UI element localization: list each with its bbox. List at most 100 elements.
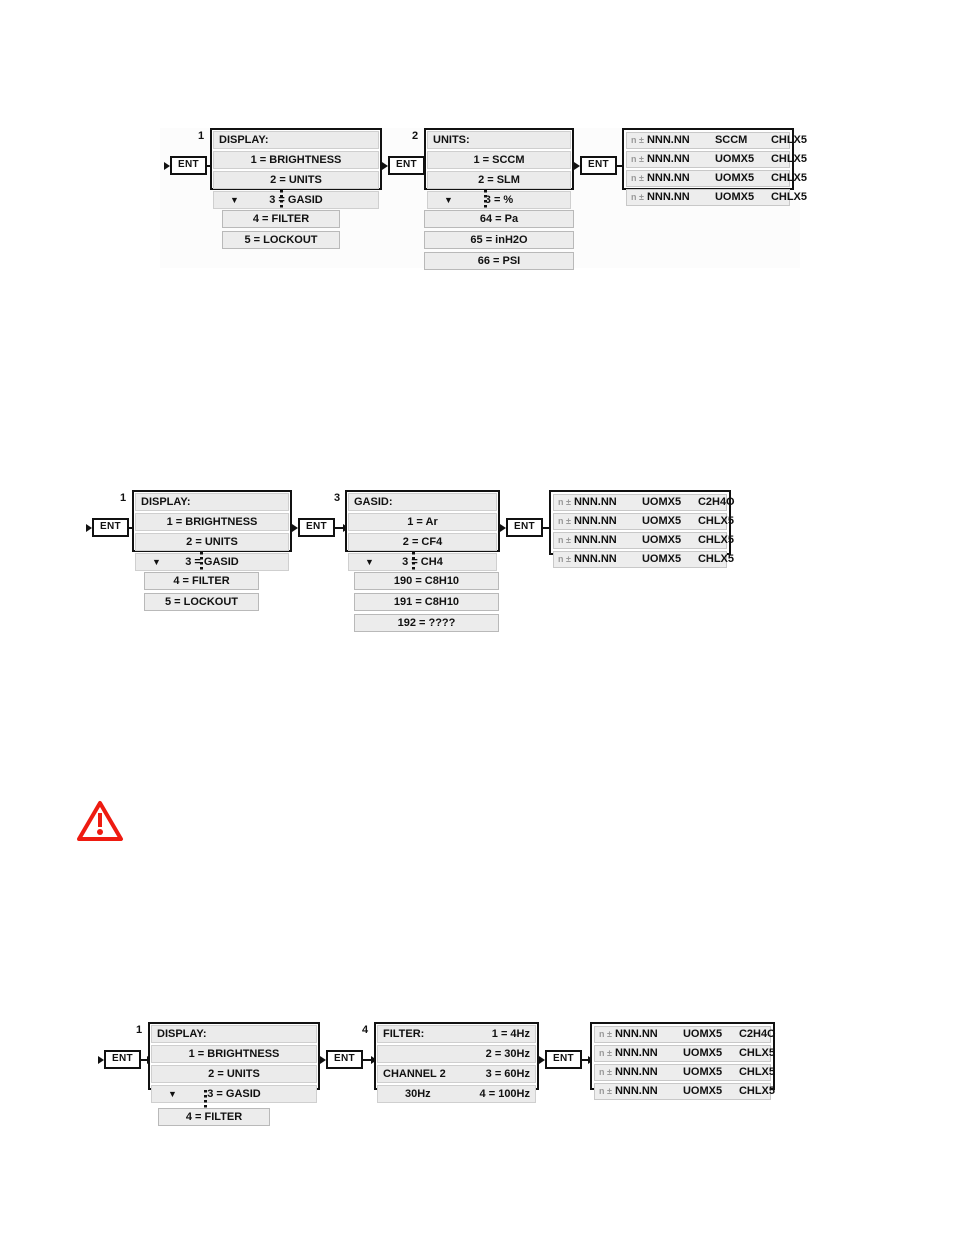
lcd-screen-units[interactable]: UNITS: 1 = SCCM 2 = SLM ▼ 3 = % xyxy=(424,128,574,209)
unit-option-65[interactable]: 65 = inH2O xyxy=(424,231,574,249)
menu-item-1[interactable]: 1 = BRIGHTNESS xyxy=(135,513,289,531)
menu-item-4[interactable]: 4 = FILTER xyxy=(144,572,259,590)
filter-row-4[interactable]: 30Hz 4 = 100Hz xyxy=(377,1085,536,1103)
gas-option-3-selected[interactable]: ▼ 3 = CH4 xyxy=(348,553,497,571)
screen-title: DISPLAY: xyxy=(213,131,379,149)
screen-title: GASID: xyxy=(348,493,497,511)
readout-value: NNN.NN xyxy=(646,191,690,203)
menu-item-4[interactable]: 4 = FILTER xyxy=(158,1108,270,1126)
gas-option-191[interactable]: 191 = C8H10 xyxy=(354,593,499,611)
menu-continuation-list-2: 190 = C8H10 191 = C8H10 192 = ???? xyxy=(354,572,499,632)
readout-row: n ± NNN.NN UOMX5 CHLX5 xyxy=(626,151,807,168)
caret-down-icon: ▼ xyxy=(444,195,453,205)
readout-channel: CHLX5 xyxy=(697,534,734,546)
gas-option-2[interactable]: 2 = CF4 xyxy=(348,533,497,551)
filter-row-1[interactable]: FILTER: 1 = 4Hz xyxy=(377,1025,536,1043)
dotted-connector xyxy=(484,190,487,210)
readout-row: n ± NNN.NN UOMX5 C2H4O xyxy=(594,1026,776,1043)
readout-row: n ± NNN.NN UOMX5 C2H4O xyxy=(553,494,735,511)
filter-right-1: 1 = 4Hz xyxy=(491,1028,530,1040)
ent-button[interactable]: ENT xyxy=(580,156,617,175)
readout-prefix: n ± xyxy=(599,1029,612,1039)
readout-prefix: n ± xyxy=(631,154,644,164)
readout-row: n ± NNN.NN UOMX5 CHLX5 xyxy=(553,532,734,549)
filter-row-2[interactable]: 2 = 30Hz xyxy=(377,1045,536,1063)
readout-channel: CHLX5 xyxy=(697,553,734,565)
menu-item-3-selected[interactable]: ▼ 3 = GASID xyxy=(213,191,379,209)
screen-index-label: 1 xyxy=(136,1024,143,1036)
lcd-screen-gasid[interactable]: GASID: 1 = Ar 2 = CF4 ▼ 3 = CH4 xyxy=(345,490,500,571)
unit-option-66[interactable]: 66 = PSI xyxy=(424,252,574,270)
lcd-readout-panel-1: n ± NNN.NN SCCM CHLX5 n ± NNN.NN UOMX5 C… xyxy=(622,128,807,206)
menu-item-2[interactable]: 2 = SLM xyxy=(427,171,571,189)
filter-right-2: 2 = 30Hz xyxy=(485,1048,530,1060)
menu-item-2[interactable]: 2 = UNITS xyxy=(213,171,379,189)
dotted-connector xyxy=(412,552,415,572)
ent-button[interactable]: ENT xyxy=(92,518,129,537)
ent-key-group-2: ENT xyxy=(292,518,349,537)
connector-line xyxy=(362,1058,371,1061)
readout-uom: UOMX5 xyxy=(714,153,755,165)
readout-prefix: n ± xyxy=(599,1048,612,1058)
readout-prefix: n ± xyxy=(558,554,571,564)
readout-value: NNN.NN xyxy=(573,553,617,565)
lcd-screen-filter[interactable]: FILTER: 1 = 4Hz 2 = 30Hz CHANNEL 2 3 = 6… xyxy=(374,1022,539,1103)
readout-value: NNN.NN xyxy=(646,172,690,184)
readout-channel: CHLX5 xyxy=(697,515,734,527)
menu-item-3-selected[interactable]: ▼ 3 = GASID xyxy=(135,553,289,571)
gas-option-1[interactable]: 1 = Ar xyxy=(348,513,497,531)
readout-row: n ± NNN.NN UOMX5 CHLX5 xyxy=(553,513,734,530)
lcd-screen-display[interactable]: DISPLAY: 1 = BRIGHTNESS 2 = UNITS ▼ 3 = … xyxy=(148,1022,320,1103)
menu-item-5[interactable]: 5 = LOCKOUT xyxy=(222,231,340,249)
readout-prefix: n ± xyxy=(558,516,571,526)
ent-button[interactable]: ENT xyxy=(388,156,425,175)
lcd-screen-display[interactable]: DISPLAY: 1 = BRIGHTNESS 2 = UNITS ▼ 3 = … xyxy=(210,128,382,209)
readout-uom: UOMX5 xyxy=(682,1028,723,1040)
ent-button[interactable]: ENT xyxy=(298,518,335,537)
ent-key-group-3: ENT xyxy=(574,156,629,175)
filter-right-3: 3 = 60Hz xyxy=(485,1068,530,1080)
ent-button[interactable]: ENT xyxy=(104,1050,141,1069)
readout-value: NNN.NN xyxy=(614,1085,658,1097)
menu-item-3-label: 3 = GASID xyxy=(185,556,239,568)
readout-channel: C2H4O xyxy=(738,1028,776,1040)
readout-channel: CHLX5 xyxy=(770,191,807,203)
menu-item-1[interactable]: 1 = BRIGHTNESS xyxy=(213,151,379,169)
menu-item-3-selected[interactable]: ▼ 3 = % xyxy=(427,191,571,209)
connector-line xyxy=(334,526,343,529)
menu-item-3-selected[interactable]: ▼ 3 = GASID xyxy=(151,1085,317,1103)
menu-item-1[interactable]: 1 = SCCM xyxy=(427,151,571,169)
menu-item-1[interactable]: 1 = BRIGHTNESS xyxy=(151,1045,317,1063)
gas-option-192[interactable]: 192 = ???? xyxy=(354,614,499,632)
menu-item-3-label: 3 = GASID xyxy=(269,194,323,206)
ent-button[interactable]: ENT xyxy=(326,1050,363,1069)
caret-down-icon: ▼ xyxy=(168,1089,177,1099)
readout-uom: UOMX5 xyxy=(714,172,755,184)
readout-uom: UOMX5 xyxy=(641,534,682,546)
ent-key-group-1: ENT xyxy=(98,1050,153,1069)
ent-button[interactable]: ENT xyxy=(170,156,207,175)
readout-row: n ± NNN.NN UOMX5 CHLX5 xyxy=(594,1045,775,1062)
gas-option-190[interactable]: 190 = C8H10 xyxy=(354,572,499,590)
filter-left-3: CHANNEL 2 xyxy=(383,1068,446,1080)
unit-option-64[interactable]: 64 = Pa xyxy=(424,210,574,228)
readout-uom: UOMX5 xyxy=(641,515,682,527)
menu-item-3-label: 3 = GASID xyxy=(207,1088,261,1100)
filter-row-3[interactable]: CHANNEL 2 3 = 60Hz xyxy=(377,1065,536,1083)
readout-row: n ± NNN.NN UOMX5 CHLX5 xyxy=(594,1064,775,1081)
ent-button[interactable]: ENT xyxy=(506,518,543,537)
readout-channel: CHLX5 xyxy=(738,1047,775,1059)
ent-button[interactable]: ENT xyxy=(545,1050,582,1069)
menu-item-3-label: 3 = % xyxy=(484,194,514,206)
menu-item-4[interactable]: 4 = FILTER xyxy=(222,210,340,228)
ent-key-group-3: ENT xyxy=(500,518,555,537)
menu-item-2[interactable]: 2 = UNITS xyxy=(151,1065,317,1083)
screen-index-label: 4 xyxy=(362,1024,369,1036)
menu-item-2[interactable]: 2 = UNITS xyxy=(135,533,289,551)
readout-row: n ± NNN.NN UOMX5 CHLX5 xyxy=(626,170,807,187)
menu-continuation-list-2: 64 = Pa 65 = inH2O 66 = PSI xyxy=(424,210,574,270)
menu-item-5[interactable]: 5 = LOCKOUT xyxy=(144,593,259,611)
menu-continuation-list-1: 4 = FILTER 5 = LOCKOUT xyxy=(222,210,340,249)
readout-prefix: n ± xyxy=(558,497,571,507)
lcd-screen-display[interactable]: DISPLAY: 1 = BRIGHTNESS 2 = UNITS ▼ 3 = … xyxy=(132,490,292,571)
